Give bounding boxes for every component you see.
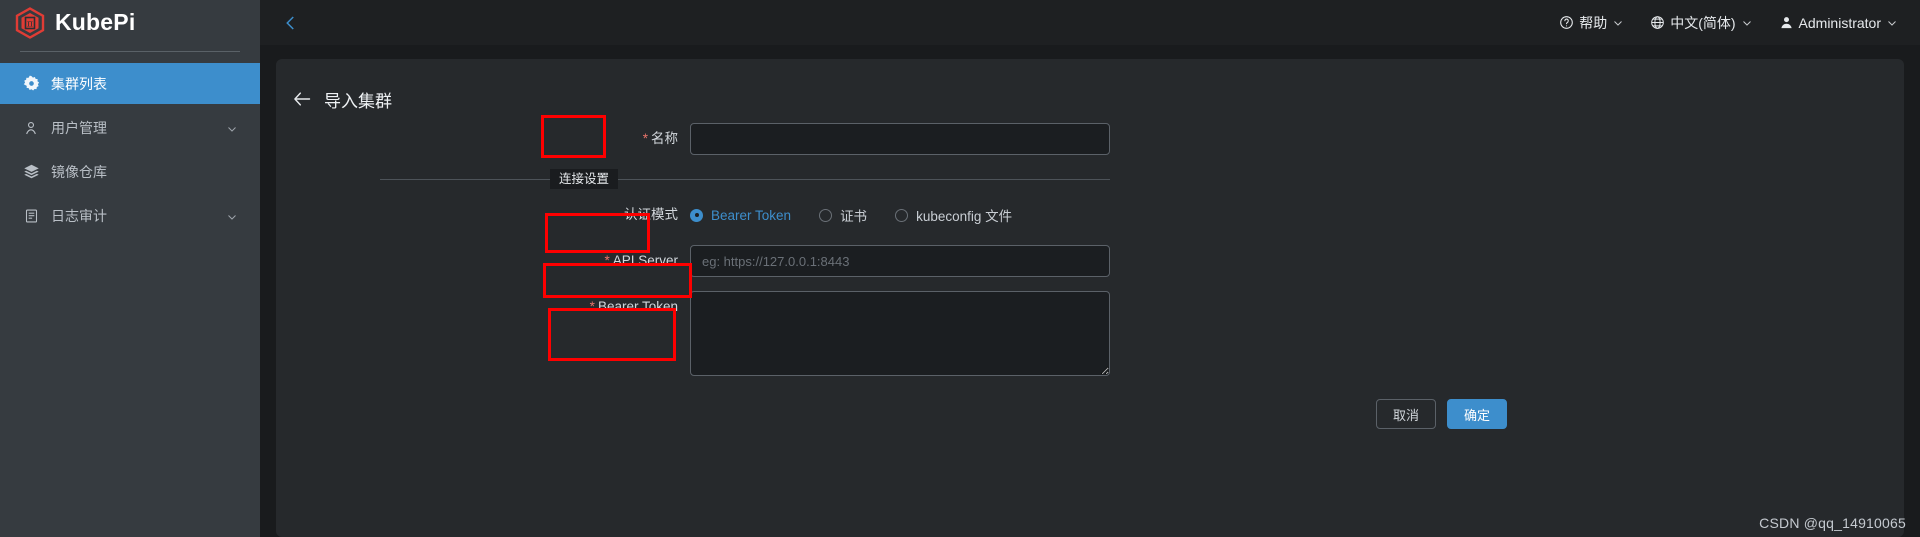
import-cluster-form: * 名称 连接设置 认证模式 Bearer Token 证书 kubeconfi… [276,115,1904,429]
chevron-down-icon[interactable] [226,210,238,222]
question-circle-icon [1559,15,1574,30]
form-row-name: * 名称 [276,123,1904,155]
name-label: * 名称 [276,123,690,155]
api-server-label-text: API Server [612,253,678,268]
kubepi-hexagon-logo-icon: π [14,6,46,39]
page-header: 导入集群 [276,59,1904,115]
topbar: 帮助 中文(简体) Administrator [260,0,1920,45]
sidebar-item-label: 日志审计 [51,207,107,224]
brand[interactable]: π KubePi [0,0,260,45]
auth-mode-label-text: 认证模式 [624,207,678,222]
brand-divider [20,51,240,52]
bearer-token-label: * Bearer Token [276,291,690,323]
user-menu[interactable]: Administrator [1779,15,1898,31]
sidebar-item-image-repository[interactable]: 镜像仓库 [0,151,260,192]
language-label: 中文(简体) [1670,14,1736,31]
app-root: π KubePi 集群列表 用户管理 镜像仓库 日志审计 帮助 中文(简体) A… [0,0,1920,537]
user-avatar-icon [1779,15,1794,30]
name-label-text: 名称 [651,131,678,146]
main-area: 帮助 中文(简体) Administrator 导入集群 * 名称 连接设置 认… [260,0,1920,537]
radio-dot-icon [690,208,703,222]
radio-label: 证书 [840,209,868,224]
api-server-field-wrap [690,245,1110,277]
api-server-input[interactable] [690,245,1110,277]
chevron-down-icon[interactable] [1741,17,1753,29]
form-actions: 取消 确定 [1376,399,1904,429]
content-wrap: 导入集群 * 名称 连接设置 认证模式 Bearer Token 证书 kube… [260,45,1920,537]
sidebar-item-label: 镜像仓库 [51,163,107,180]
form-row-bearer-token: * Bearer Token [276,291,1904,381]
sidebar-item-audit-log[interactable]: 日志审计 [0,195,260,236]
brand-name: KubePi [55,9,136,35]
user-label: Administrator [1798,14,1881,31]
sidebar-item-label: 用户管理 [51,119,107,136]
svg-text:π: π [27,19,33,29]
required-asterisk: * [604,253,610,268]
sidebar-nav: 集群列表 用户管理 镜像仓库 日志审计 [0,63,260,236]
auth-mode-radio-group: Bearer Token 证书 kubeconfig 文件 [690,199,1012,231]
page-title: 导入集群 [324,91,392,111]
sidebar-item-cluster-list[interactable]: 集群列表 [0,63,260,104]
confirm-button[interactable]: 确定 [1447,399,1508,429]
radio-kubeconfig-file[interactable]: kubeconfig 文件 [895,205,1012,225]
required-asterisk: * [589,299,595,314]
bearer-token-label-text: Bearer Token [597,299,678,314]
radio-certificate[interactable]: 证书 [819,205,867,225]
form-row-api-server: * API Server [276,245,1904,277]
sidebar-item-label: 集群列表 [51,75,107,92]
divider-label: 连接设置 [550,169,619,189]
form-row-auth-mode: 认证模式 Bearer Token 证书 kubeconfig 文件 [276,199,1904,231]
connection-settings-divider: 连接设置 [380,169,1110,189]
user-icon [22,119,40,137]
chevron-down-icon[interactable] [226,122,238,134]
import-cluster-card: 导入集群 * 名称 连接设置 认证模式 Bearer Token 证书 kube… [276,59,1904,537]
radio-label: Bearer Token [711,207,792,223]
chevron-left-icon[interactable] [278,10,304,36]
required-asterisk: * [642,131,648,146]
radio-bearer-token[interactable]: Bearer Token [690,208,791,223]
cluster-gear-icon [22,75,40,93]
arrow-left-icon[interactable] [292,89,312,109]
radio-dot-icon [819,208,833,222]
chevron-down-icon[interactable] [1612,17,1624,29]
chevron-down-icon[interactable] [1886,17,1898,29]
name-input[interactable] [690,123,1110,155]
sidebar: π KubePi 集群列表 用户管理 镜像仓库 日志审计 [0,0,260,537]
auth-mode-field-wrap: Bearer Token 证书 kubeconfig 文件 [690,199,1012,231]
auth-mode-label: 认证模式 [276,199,690,231]
sidebar-item-user-management[interactable]: 用户管理 [0,107,260,148]
document-icon [22,207,40,225]
help-menu[interactable]: 帮助 [1559,13,1624,33]
topbar-right: 帮助 中文(简体) Administrator [1559,13,1898,33]
watermark: CSDN @qq_14910065 [1759,515,1906,531]
layers-icon [22,163,40,181]
bearer-token-textarea[interactable] [690,291,1110,376]
api-server-label: * API Server [276,245,690,277]
cancel-button[interactable]: 取消 [1376,399,1437,429]
globe-icon [1650,15,1665,30]
help-label: 帮助 [1579,14,1608,31]
divider-line [380,179,1110,180]
radio-label: kubeconfig 文件 [916,209,1013,224]
bearer-token-field-wrap [690,291,1110,381]
name-field-wrap [690,123,1110,155]
radio-dot-icon [895,208,909,222]
language-menu[interactable]: 中文(简体) [1650,13,1752,33]
